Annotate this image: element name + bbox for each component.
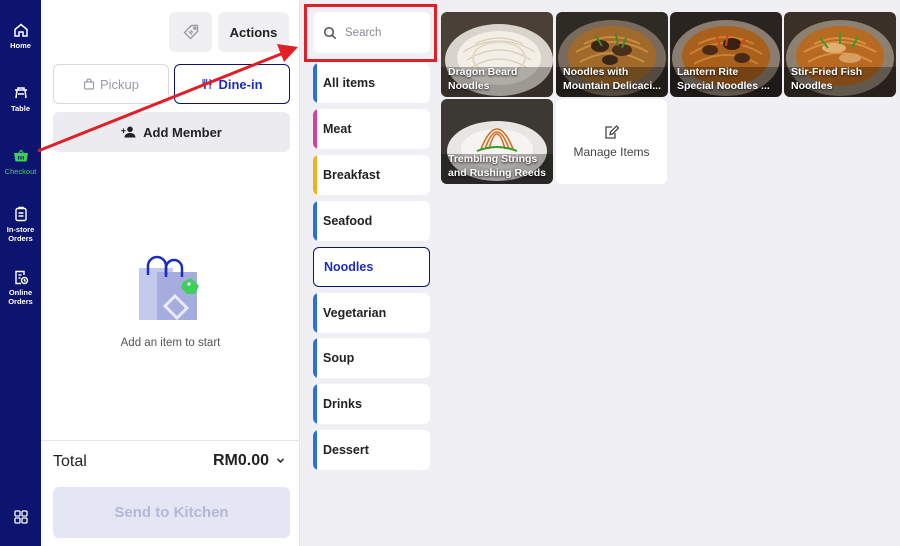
pickup-toggle[interactable]: Pickup	[53, 64, 169, 104]
menu-item-name-line2: Noodles	[791, 80, 833, 92]
menu-item-card[interactable]: Dragon Beard Noodles	[441, 12, 553, 97]
manage-items-button[interactable]: Manage Items	[556, 99, 667, 184]
nav-item-checkout[interactable]: Checkout	[0, 148, 41, 176]
dine-in-toggle[interactable]: Dine-in	[174, 64, 290, 104]
menu-item-name-line1: Stir-Fried Fish	[791, 66, 863, 78]
category-stripe	[313, 430, 317, 470]
home-icon	[13, 23, 28, 37]
add-member-button[interactable]: Add Member	[53, 112, 290, 152]
category-drinks[interactable]: Drinks	[313, 384, 430, 424]
empty-cart-text: Add an item to start	[120, 337, 221, 349]
empty-cart-illustration	[139, 255, 199, 321]
search-icon	[323, 26, 337, 39]
total-divider	[41, 440, 300, 441]
category-meat[interactable]: Meat	[313, 109, 430, 149]
menu-item-name: Stir-Fried Fish Noodles	[791, 65, 891, 93]
nav-label-table: Table	[10, 104, 31, 113]
online-order-icon	[14, 270, 28, 285]
edit-icon	[605, 124, 619, 139]
menu-item-name: Noodles with Mountain Delicaci...	[563, 65, 663, 93]
category-label: Dessert	[323, 443, 369, 457]
menu-item-name: Lantern Rite Special Noodles ...	[677, 65, 777, 93]
grid-icon	[13, 510, 28, 524]
menu-item-name: Dragon Beard Noodles	[448, 65, 548, 93]
category-label: Noodles	[324, 260, 374, 274]
total-value[interactable]: RM0.00	[213, 452, 269, 470]
search-input[interactable]	[345, 26, 415, 39]
category-label: Meat	[323, 122, 352, 136]
total-label: Total	[53, 453, 87, 470]
menu-item-card[interactable]: Stir-Fried Fish Noodles	[784, 12, 896, 97]
category-stripe	[313, 63, 317, 103]
category-stripe	[313, 293, 317, 333]
add-person-icon	[121, 126, 136, 138]
category-label: Vegetarian	[323, 306, 387, 320]
menu-item-name-line2: and Rushing Reeds	[448, 167, 547, 179]
clipboard-icon	[14, 206, 27, 222]
category-breakfast[interactable]: Breakfast	[313, 155, 430, 195]
category-label: All items	[323, 76, 376, 90]
nav-item-instore-orders[interactable]: In-store Orders	[0, 206, 41, 243]
menu-item-name-line1: Lantern Rite	[677, 66, 739, 78]
cutlery-icon	[202, 79, 212, 89]
category-label: Seafood	[323, 214, 373, 228]
category-stripe	[313, 155, 317, 195]
category-stripe	[313, 338, 317, 378]
category-label: Soup	[323, 351, 355, 365]
pickup-label: Pickup	[99, 76, 140, 92]
menu-item-name-line1: Trembling Strings	[448, 153, 538, 165]
nav-label-instore-orders: In-store Orders	[6, 225, 35, 243]
manage-items-label: Manage Items	[573, 144, 650, 159]
menu-item-card[interactable]: Lantern Rite Special Noodles ...	[670, 12, 782, 97]
discount-button[interactable]	[169, 12, 212, 52]
category-vegetarian[interactable]: Vegetarian	[313, 293, 430, 333]
menu-item-name: Trembling Strings and Rushing Reeds	[448, 152, 548, 180]
menu-item-name-line2: Special Noodles ...	[677, 80, 770, 92]
actions-button[interactable]: Actions	[218, 12, 289, 52]
category-seafood[interactable]: Seafood	[313, 201, 430, 241]
nav-item-home[interactable]: Home	[0, 22, 41, 50]
category-stripe	[313, 109, 317, 149]
nav-label-home: Home	[10, 41, 31, 50]
menu-item-card[interactable]: Trembling Strings and Rushing Reeds	[441, 99, 553, 184]
add-member-label: Add Member	[143, 124, 222, 140]
menu-item-name-line1: Noodles with	[563, 66, 629, 78]
category-stripe	[313, 201, 317, 241]
category-dessert[interactable]: Dessert	[313, 430, 430, 470]
dine-in-label: Dine-in	[218, 76, 263, 92]
tag-icon	[183, 24, 198, 40]
bag-icon	[83, 78, 95, 90]
category-all-items[interactable]: All items	[313, 63, 430, 103]
category-stripe	[313, 384, 317, 424]
category-soup[interactable]: Soup	[313, 338, 430, 378]
menu-item-name-line2: Noodles	[448, 80, 490, 92]
table-icon	[14, 87, 27, 99]
menu-item-card[interactable]: Noodles with Mountain Delicaci...	[556, 12, 668, 97]
nav-rail: Home Table Checkout In-store Orders Onli…	[0, 0, 41, 546]
basket-icon	[13, 149, 28, 162]
nav-item-table[interactable]: Table	[0, 85, 41, 113]
menu-item-name-line1: Dragon Beard	[448, 66, 518, 78]
category-label: Breakfast	[323, 168, 380, 182]
chevron-down-icon[interactable]	[275, 455, 286, 466]
search-box[interactable]	[313, 12, 430, 53]
nav-apps-button[interactable]	[0, 509, 41, 525]
category-label: Drinks	[323, 397, 362, 411]
nav-label-checkout: Checkout	[4, 167, 37, 176]
nav-label-online-orders: Online Orders	[8, 288, 33, 306]
nav-item-online-orders[interactable]: Online Orders	[0, 269, 41, 306]
order-panel: Actions Pickup Dine-in Add Member Add an…	[41, 0, 300, 546]
category-noodles[interactable]: Noodles	[313, 247, 430, 287]
menu-item-name-line2: Mountain Delicaci...	[563, 80, 662, 92]
send-to-kitchen-button[interactable]: Send to Kitchen	[53, 487, 290, 538]
